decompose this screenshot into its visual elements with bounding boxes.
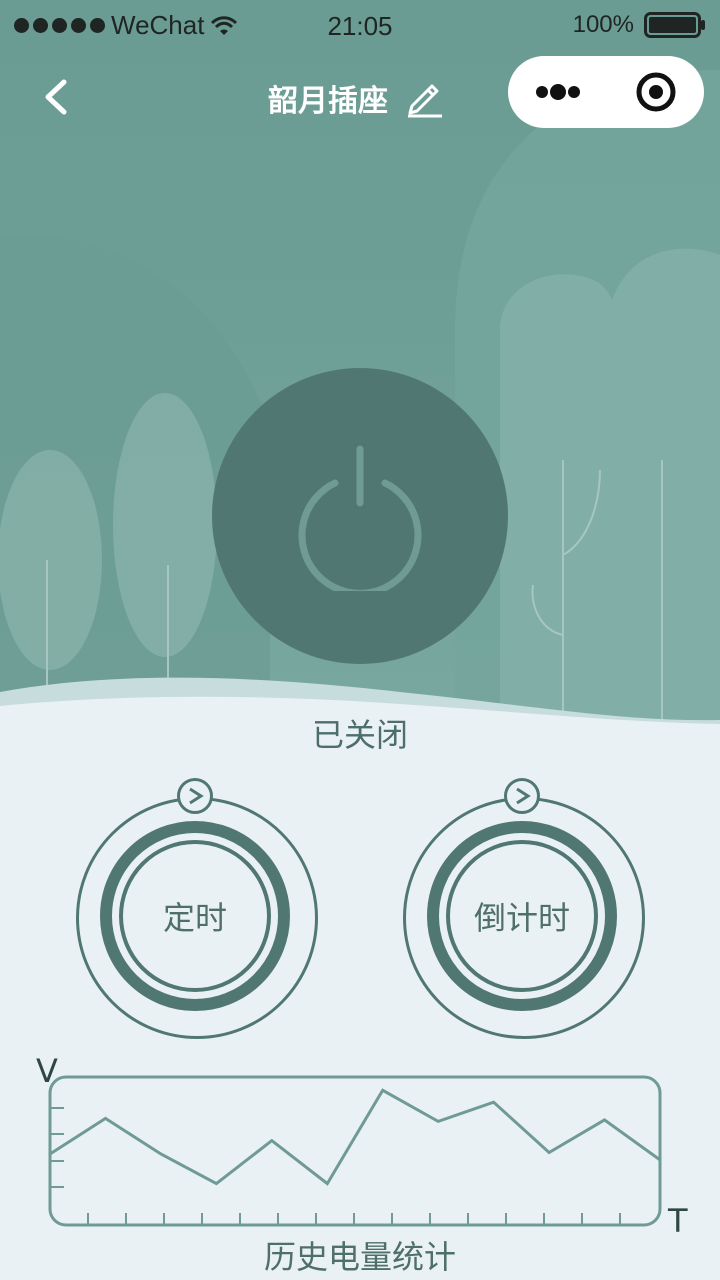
countdown-dial[interactable]: 倒计时 [403, 778, 647, 1041]
page-title: 韶月插座 [268, 84, 388, 119]
arrow-right-icon[interactable] [177, 778, 213, 814]
timer-label: 定时 [162, 899, 227, 937]
power-icon [298, 445, 422, 591]
battery-percentage: 100% [572, 11, 634, 38]
status-bar-right: 100% [573, 11, 706, 39]
timer-button[interactable]: 定时 [119, 840, 271, 992]
pencil-icon[interactable] [404, 78, 444, 118]
status-bar: WeChat 21:05 100% [0, 0, 720, 56]
hero-background: WeChat 21:05 100% 韶月插座 [0, 0, 720, 730]
title-group: 韶月插座 [268, 76, 444, 120]
mini-program-capsule [508, 56, 704, 128]
power-button[interactable] [212, 368, 508, 664]
timer-dial[interactable]: 定时 [76, 778, 320, 1041]
chart-series-line [49, 1088, 661, 1186]
battery-icon [644, 12, 705, 38]
countdown-label: 倒计时 [473, 899, 570, 937]
target-close-icon[interactable] [634, 70, 678, 114]
more-dots-icon[interactable] [532, 72, 592, 112]
chart-frame [48, 1075, 662, 1227]
back-button[interactable] [32, 72, 80, 122]
screen: WeChat 21:05 100% 韶月插座 已关闭 定时 倒计时 V T 历史… [0, 0, 720, 1280]
device-status: 已关闭 [311, 716, 408, 754]
chart-title: 历史电量统计 [263, 1238, 456, 1276]
arrow-right-icon[interactable] [504, 778, 540, 814]
countdown-button[interactable]: 倒计时 [446, 840, 598, 992]
